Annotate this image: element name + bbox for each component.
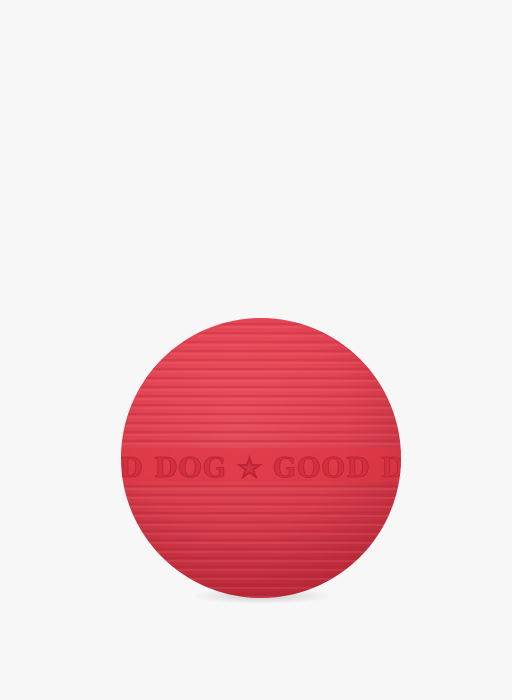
product-image-viewer: OOD DOG ★ GOOD DOG (0, 0, 512, 700)
dog-ball-toy: OOD DOG ★ GOOD DOG (70, 318, 454, 598)
ball-engraving-text: OOD DOG ★ GOOD DOG (70, 453, 454, 484)
product-photo: OOD DOG ★ GOOD DOG (70, 318, 454, 604)
